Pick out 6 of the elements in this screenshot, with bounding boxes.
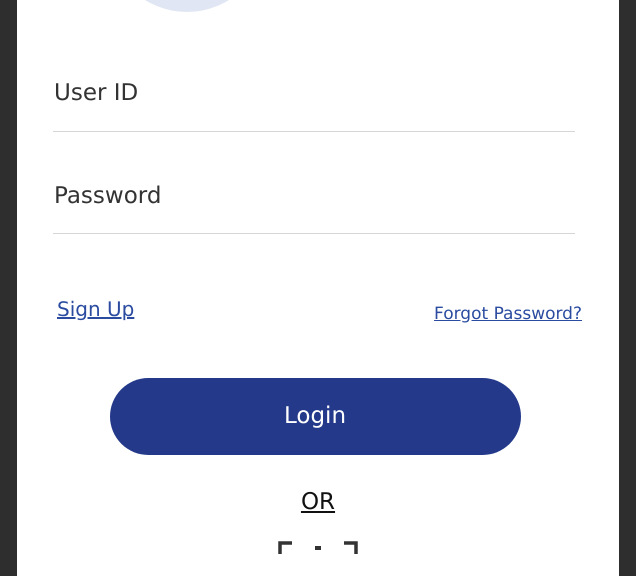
or-separator: OR (300, 488, 336, 517)
sign-up-link[interactable]: Sign Up (57, 294, 134, 324)
login-button[interactable]: Login (110, 378, 520, 455)
forgot-password-link[interactable]: Forgot Password? (434, 302, 582, 327)
password-field[interactable]: Password (53, 178, 575, 234)
user-id-field[interactable]: User ID (53, 76, 575, 132)
